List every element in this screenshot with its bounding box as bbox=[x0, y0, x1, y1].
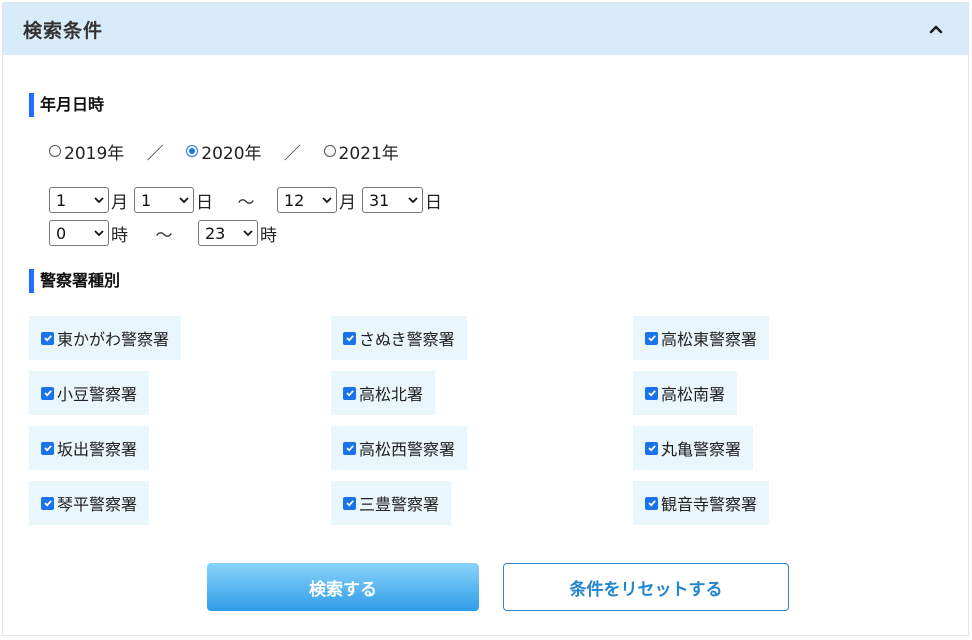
end-hour-value: 23 bbox=[205, 223, 226, 243]
start-month-select[interactable]: 1 bbox=[49, 187, 109, 213]
station-label: 東かがわ警察署 bbox=[57, 330, 170, 349]
station-label: 高松北署 bbox=[359, 385, 424, 404]
check-icon bbox=[43, 335, 52, 342]
checkbox-checked[interactable] bbox=[343, 441, 356, 455]
check-icon bbox=[647, 445, 656, 452]
check-icon bbox=[43, 445, 52, 452]
station-label: 琴平警察署 bbox=[57, 495, 138, 514]
check-icon bbox=[647, 390, 656, 397]
checkbox-checked[interactable] bbox=[41, 441, 54, 455]
chevron-down-icon bbox=[94, 197, 104, 204]
station-checkbox-item[interactable]: 琴平警察署 bbox=[29, 481, 150, 525]
day-unit: 日 bbox=[425, 192, 442, 213]
month-unit: 月 bbox=[111, 192, 128, 213]
station-label: 観音寺警察署 bbox=[661, 495, 758, 514]
year-separator: ／ bbox=[284, 143, 302, 164]
checkbox-checked[interactable] bbox=[645, 441, 658, 455]
station-checkbox-item[interactable]: 東かがわ警察署 bbox=[29, 316, 182, 360]
year-option-2019[interactable]: 2019年 bbox=[49, 139, 124, 164]
station-checkbox-item[interactable]: 高松西警察署 bbox=[331, 426, 468, 470]
check-icon bbox=[647, 335, 656, 342]
station-checkbox-item[interactable]: 高松北署 bbox=[331, 371, 436, 415]
end-month-select[interactable]: 12 bbox=[277, 187, 337, 213]
station-label: 高松南署 bbox=[661, 385, 726, 404]
radio-2021[interactable] bbox=[323, 145, 336, 157]
datetime-section-title: 年月日時 bbox=[29, 93, 104, 117]
year-label-2021: 2021年 bbox=[338, 143, 399, 164]
station-checkbox-item[interactable]: 高松南署 bbox=[633, 371, 738, 415]
checkbox-checked[interactable] bbox=[41, 331, 54, 345]
year-label-2019: 2019年 bbox=[64, 143, 125, 164]
year-separator: ／ bbox=[146, 143, 164, 164]
check-icon bbox=[345, 445, 354, 452]
radio-2020[interactable] bbox=[186, 145, 199, 157]
chevron-down-icon bbox=[408, 197, 418, 204]
station-label: 三豊警察署 bbox=[359, 495, 440, 514]
chevron-down-icon bbox=[179, 197, 189, 204]
collapse-button[interactable] bbox=[924, 17, 948, 41]
checkbox-checked[interactable] bbox=[645, 331, 658, 345]
year-radio-group: 2019年 ／ 2020年 ／ 2021年 bbox=[49, 139, 399, 164]
radio-2019[interactable] bbox=[49, 145, 61, 157]
checkbox-checked[interactable] bbox=[343, 331, 356, 345]
checkbox-checked[interactable] bbox=[41, 496, 54, 510]
month-unit: 月 bbox=[339, 192, 356, 213]
station-label: さぬき警察署 bbox=[359, 330, 455, 349]
station-checkbox-item[interactable]: 小豆警察署 bbox=[29, 371, 150, 415]
panel-header[interactable]: 検索条件 bbox=[3, 3, 968, 55]
check-icon bbox=[647, 500, 656, 507]
station-checkbox-item[interactable]: 観音寺警察署 bbox=[633, 481, 770, 525]
reset-button[interactable]: 条件をリセットする bbox=[503, 563, 789, 611]
search-conditions-panel: 検索条件 年月日時 2019年 ／ 2020年 ／ 2021年 1 月 1 日 … bbox=[2, 2, 969, 636]
year-label-2020: 2020年 bbox=[201, 143, 262, 164]
range-tilde: ～ bbox=[237, 192, 255, 213]
panel-title: 検索条件 bbox=[23, 19, 104, 42]
chevron-down-icon bbox=[322, 197, 332, 204]
station-checkbox-item[interactable]: 三豊警察署 bbox=[331, 481, 452, 525]
year-option-2020[interactable]: 2020年 bbox=[186, 139, 262, 164]
check-icon bbox=[43, 390, 52, 397]
year-option-2021[interactable]: 2021年 bbox=[323, 139, 399, 164]
start-day-select[interactable]: 1 bbox=[134, 187, 194, 213]
checkbox-checked[interactable] bbox=[645, 496, 658, 510]
start-day-value: 1 bbox=[141, 190, 152, 210]
station-checkbox-item[interactable]: 高松東警察署 bbox=[633, 316, 770, 360]
chevron-up-icon bbox=[929, 25, 943, 34]
end-hour-select[interactable]: 23 bbox=[198, 220, 258, 246]
checkbox-checked[interactable] bbox=[41, 386, 54, 400]
checkbox-checked[interactable] bbox=[645, 386, 658, 400]
station-label: 高松東警察署 bbox=[661, 330, 758, 349]
station-label: 高松西警察署 bbox=[359, 440, 456, 459]
start-month-value: 1 bbox=[56, 190, 67, 210]
end-month-value: 12 bbox=[284, 190, 305, 210]
checkbox-checked[interactable] bbox=[343, 386, 356, 400]
hour-unit: 時 bbox=[260, 225, 277, 246]
check-icon bbox=[345, 390, 354, 397]
check-icon bbox=[43, 500, 52, 507]
checkbox-checked[interactable] bbox=[343, 496, 356, 510]
range-tilde: ～ bbox=[155, 225, 173, 246]
chevron-down-icon bbox=[243, 230, 253, 237]
station-label: 小豆警察署 bbox=[57, 385, 138, 404]
station-checkbox-item[interactable]: さぬき警察署 bbox=[331, 316, 467, 360]
end-day-value: 31 bbox=[369, 190, 390, 210]
start-hour-value: 0 bbox=[56, 223, 67, 243]
end-day-select[interactable]: 31 bbox=[362, 187, 423, 213]
station-checkbox-item[interactable]: 坂出警察署 bbox=[29, 426, 150, 470]
station-section-title: 警察署種別 bbox=[29, 269, 120, 293]
search-button[interactable]: 検索する bbox=[207, 563, 479, 611]
station-checkbox-item[interactable]: 丸亀警察署 bbox=[633, 426, 754, 470]
hour-unit: 時 bbox=[111, 225, 128, 246]
hour-range-row: 0 時 ～ 23 時 bbox=[49, 220, 279, 246]
chevron-down-icon bbox=[94, 230, 104, 237]
check-icon bbox=[345, 500, 354, 507]
station-label: 坂出警察署 bbox=[57, 440, 138, 459]
start-hour-select[interactable]: 0 bbox=[49, 220, 109, 246]
day-unit: 日 bbox=[196, 192, 213, 213]
check-icon bbox=[345, 335, 354, 342]
date-range-row: 1 月 1 日 ～ 12 月 31 日 bbox=[49, 187, 444, 213]
station-label: 丸亀警察署 bbox=[661, 440, 742, 459]
